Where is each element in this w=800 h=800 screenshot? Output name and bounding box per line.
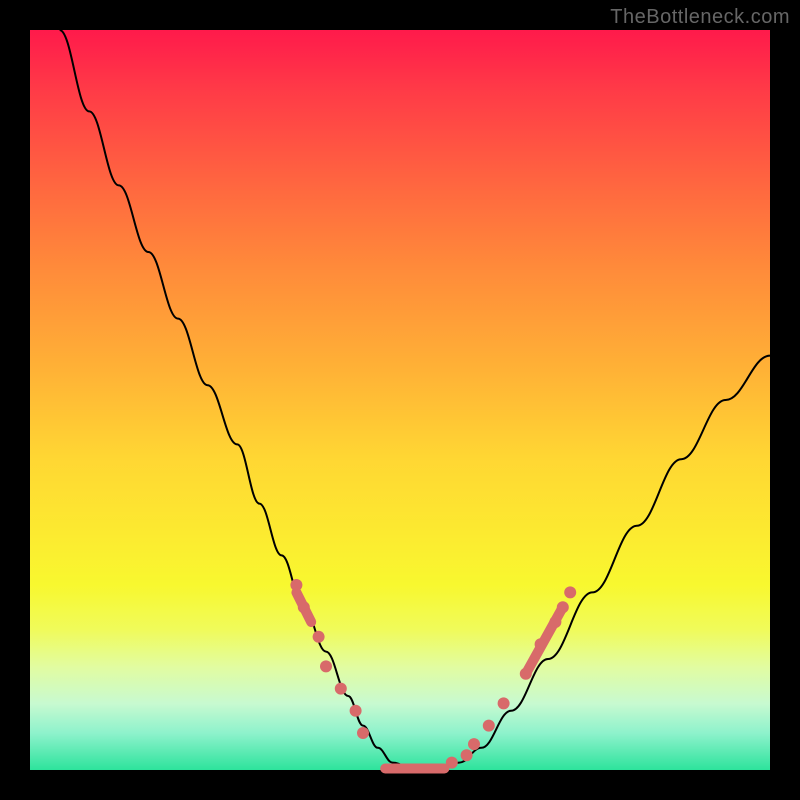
- chart-marker: [357, 727, 369, 739]
- watermark-text: TheBottleneck.com: [610, 6, 790, 29]
- chart-marker: [498, 697, 510, 709]
- bottleneck-curve: [60, 30, 770, 770]
- chart-marker: [335, 683, 347, 695]
- chart-marker: [313, 631, 325, 643]
- chart-marker: [320, 660, 332, 672]
- chart-plot-area: [30, 30, 770, 770]
- chart-svg: [30, 30, 770, 770]
- chart-marker: [461, 749, 473, 761]
- chart-marker-band: [296, 592, 311, 622]
- chart-marker: [483, 720, 495, 732]
- chart-marker-band: [526, 607, 563, 674]
- curve-group: [60, 30, 770, 770]
- marker-group: [290, 579, 576, 769]
- chart-marker: [468, 738, 480, 750]
- chart-marker: [350, 705, 362, 717]
- chart-marker: [564, 586, 576, 598]
